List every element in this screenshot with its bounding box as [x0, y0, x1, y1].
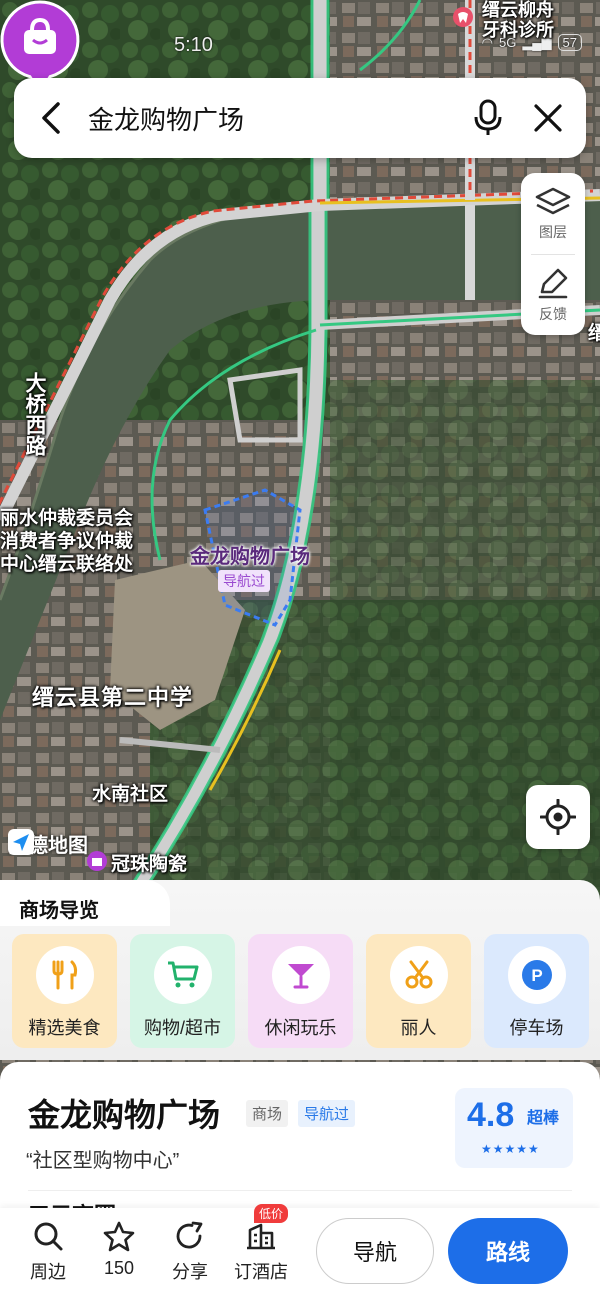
back-arrow-icon	[42, 102, 60, 134]
amap-logo: 高德地图	[8, 829, 88, 858]
feedback-button[interactable]: 反馈	[521, 255, 585, 336]
place-name: 金龙购物广场	[28, 1097, 221, 1133]
category-parking[interactable]: P 停车场	[484, 934, 589, 1048]
nearby-button[interactable]: 周边	[18, 1220, 78, 1284]
category-leisure-label: 休闲玩乐	[264, 1018, 337, 1038]
star-icon	[103, 1221, 135, 1252]
layers-label: 图层	[539, 223, 567, 240]
mall-category-list: 精选美食 购物/超市 休闲玩乐 丽人 P 停车场	[12, 934, 589, 1048]
clear-search-button[interactable]	[518, 78, 578, 158]
route-label: 路线	[485, 1240, 530, 1265]
microphone-icon	[474, 99, 502, 135]
map-label-edge[interactable]: 缙	[588, 318, 600, 345]
category-parking-label: 停车场	[509, 1018, 564, 1038]
feedback-label: 反馈	[539, 305, 567, 322]
back-button[interactable]	[14, 78, 88, 158]
share-button[interactable]: 分享	[160, 1220, 220, 1284]
layers-icon	[535, 187, 571, 214]
search-query[interactable]: 金龙购物广场	[88, 100, 458, 137]
rating-level: 超棒	[527, 1110, 560, 1127]
parking-icon: P	[507, 946, 566, 1004]
hotel-label: 订酒店	[234, 1262, 288, 1282]
category-food-label: 精选美食	[28, 1018, 101, 1038]
category-leisure[interactable]: 休闲玩乐	[248, 934, 353, 1048]
navigate-label: 导航	[352, 1240, 397, 1265]
shopping-cart-icon	[153, 946, 212, 1004]
map-label-clinic[interactable]: 缙云柳舟 牙科诊所	[482, 0, 554, 40]
voice-search-button[interactable]	[458, 78, 518, 158]
mall-guide-section: 商场导览 精选美食 购物/超市 休闲玩乐 丽人 P 停车场	[0, 880, 600, 1060]
search-bar[interactable]: 金龙购物广场	[14, 78, 586, 158]
category-shopping[interactable]: 购物/超市	[130, 934, 235, 1048]
map-label-road[interactable]: 大桥西路	[22, 372, 46, 456]
map-label-arbitration-3[interactable]: 中心缙云联络处	[0, 549, 133, 576]
low-price-badge: 低价	[254, 1204, 289, 1223]
visited-badge: 导航过	[298, 1100, 356, 1127]
amap-logo-icon	[8, 829, 34, 855]
category-food[interactable]: 精选美食	[12, 934, 117, 1048]
card-divider	[28, 1190, 572, 1191]
category-beauty-label: 丽人	[400, 1018, 437, 1038]
svg-text:P: P	[531, 966, 542, 985]
clinic-pin-icon[interactable]	[452, 6, 474, 28]
layers-button[interactable]: 图层	[521, 173, 585, 254]
navigate-button[interactable]: 导航	[316, 1218, 434, 1284]
place-type-badge: 商场	[246, 1100, 289, 1127]
rating-box[interactable]: 4.8 超棒 ★★★★★	[455, 1088, 573, 1168]
category-beauty[interactable]: 丽人	[366, 934, 471, 1048]
map-label-shop[interactable]: 冠珠陶瓷	[111, 849, 187, 876]
map-tool-panel: 图层 反馈	[521, 173, 585, 335]
mall-guide-title: 商场导览	[19, 900, 99, 922]
locate-me-button[interactable]	[526, 785, 590, 849]
poi-name-label[interactable]: 金龙购物广场	[150, 540, 350, 569]
close-icon	[534, 104, 562, 132]
favorite-button[interactable]: 150	[89, 1220, 149, 1279]
nearby-label: 周边	[30, 1262, 66, 1282]
book-hotel-button[interactable]: 订酒店	[231, 1220, 291, 1284]
food-icon	[35, 946, 94, 1004]
battery-level: 57	[557, 34, 582, 51]
share-label: 分享	[172, 1262, 208, 1282]
bottom-action-bar: 周边 150 分享 订酒店 低价 导航 路线	[0, 1204, 600, 1300]
rating-score: 4.8	[467, 1096, 515, 1134]
status-time: 5:10	[174, 34, 213, 56]
poi-visited-tag: 导航过	[218, 570, 270, 592]
share-icon	[176, 1221, 203, 1249]
route-button[interactable]: 路线	[448, 1218, 568, 1284]
edit-pen-icon	[538, 268, 568, 298]
scissors-icon	[389, 946, 448, 1004]
map-label-school[interactable]: 缙云县第二中学	[32, 680, 193, 712]
category-shopping-label: 购物/超市	[143, 1018, 221, 1038]
hotel-icon	[247, 1223, 275, 1250]
shop-pin-icon[interactable]	[86, 850, 108, 872]
rating-stars-icon: ★★★★★	[481, 1142, 540, 1156]
map-label-community[interactable]: 水南社区	[92, 779, 168, 806]
favorites-count: 150	[103, 1258, 135, 1278]
search-icon	[34, 1222, 63, 1251]
place-quote: “社区型购物中心”	[26, 1150, 180, 1172]
crosshair-icon	[540, 799, 576, 835]
cocktail-icon	[271, 946, 330, 1004]
